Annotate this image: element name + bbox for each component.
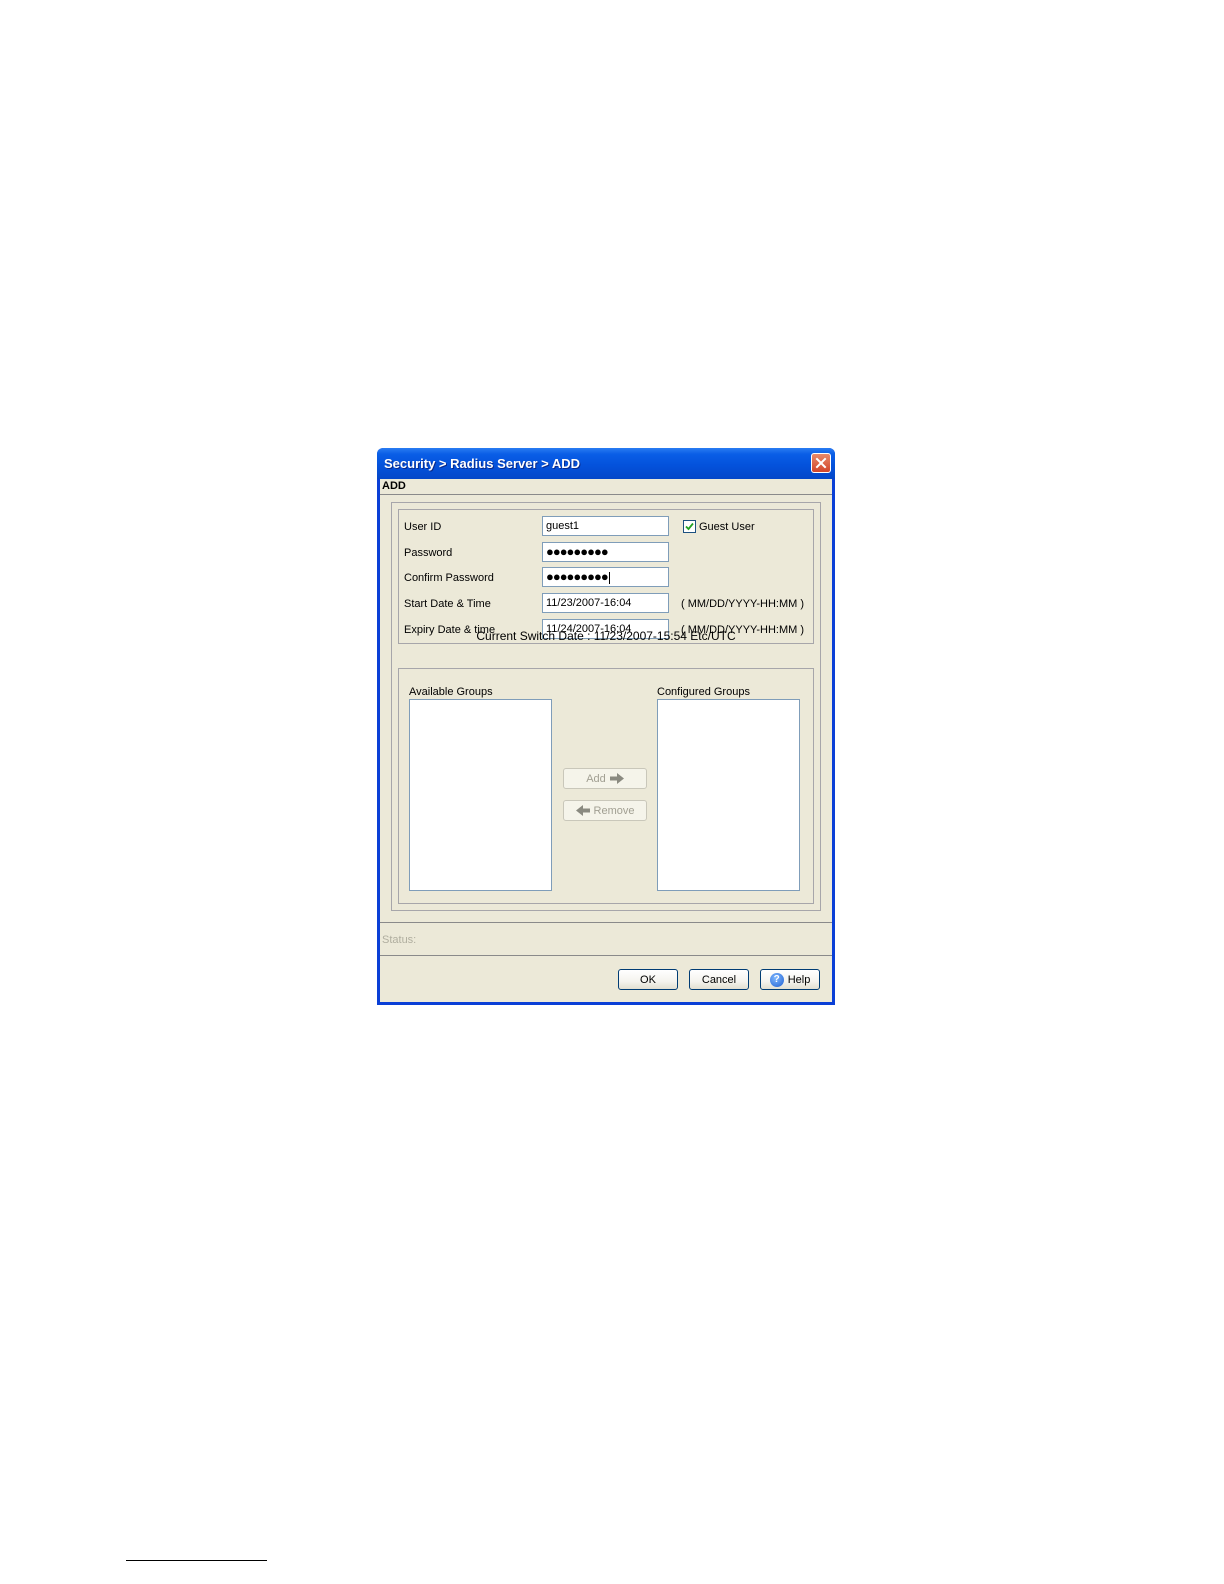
available-groups-label: Available Groups bbox=[409, 686, 493, 698]
password-label: Password bbox=[404, 547, 453, 559]
user-form: User ID guest1 Guest User Password ●●●●●… bbox=[398, 509, 814, 644]
ok-button-label: OK bbox=[640, 973, 656, 986]
help-button-label: Help bbox=[787, 973, 811, 986]
status-divider-top bbox=[380, 922, 832, 923]
panel-heading: ADD bbox=[382, 480, 406, 492]
help-icon: ? bbox=[769, 972, 784, 987]
ok-button[interactable]: OK bbox=[618, 969, 678, 990]
close-icon bbox=[815, 457, 827, 469]
check-icon bbox=[685, 522, 694, 531]
password-input[interactable]: ●●●●●●●●● bbox=[542, 542, 669, 562]
window-title: Security > Radius Server > ADD bbox=[384, 456, 581, 471]
confirm-password-label: Confirm Password bbox=[404, 572, 494, 584]
close-button[interactable] bbox=[811, 453, 831, 473]
guest-user-checkbox[interactable] bbox=[683, 520, 696, 533]
heading-divider bbox=[380, 494, 832, 495]
cancel-button[interactable]: Cancel bbox=[689, 969, 749, 990]
dialog-content: ADD User ID guest1 Guest User Password ●… bbox=[380, 479, 832, 1002]
start-date-format-hint: ( MM/DD/YYYY-HH:MM ) bbox=[681, 598, 805, 610]
password-mask: ●●●●●●●●● bbox=[546, 544, 609, 559]
start-date-input[interactable]: 11/23/2007-16:04 bbox=[542, 593, 669, 613]
start-date-label: Start Date & Time bbox=[404, 598, 491, 610]
text-caret bbox=[608, 572, 610, 585]
title-bar[interactable]: Security > Radius Server > ADD bbox=[377, 448, 835, 479]
add-group-button[interactable]: Add bbox=[563, 768, 647, 789]
configured-groups-list[interactable] bbox=[657, 699, 800, 891]
cancel-button-label: Cancel bbox=[701, 973, 737, 986]
footnote-rule bbox=[126, 1560, 267, 1561]
arrow-right-icon bbox=[609, 773, 624, 784]
confirm-password-mask: ●●●●●●●●● bbox=[546, 569, 609, 584]
status-label: Status: bbox=[382, 934, 417, 946]
confirm-password-input[interactable]: ●●●●●●●●● bbox=[542, 567, 669, 587]
current-switch-date: Current Switch Date : 11/23/2007-15:54 E… bbox=[476, 629, 736, 643]
remove-group-button[interactable]: Remove bbox=[563, 800, 647, 821]
status-divider-bottom bbox=[380, 955, 832, 956]
guest-user-label: Guest User bbox=[699, 521, 755, 533]
user-id-label: User ID bbox=[404, 521, 442, 533]
remove-group-label: Remove bbox=[593, 804, 635, 817]
groups-panel: Available Groups Add Remove Configured G… bbox=[398, 668, 814, 904]
configured-groups-label: Configured Groups bbox=[657, 686, 750, 698]
available-groups-list[interactable] bbox=[409, 699, 552, 891]
help-button[interactable]: ? Help bbox=[760, 969, 820, 990]
add-user-dialog: Security > Radius Server > ADD ADD User … bbox=[377, 448, 835, 1005]
user-id-input[interactable]: guest1 bbox=[542, 516, 669, 536]
arrow-left-icon bbox=[575, 805, 590, 816]
add-group-label: Add bbox=[586, 772, 606, 785]
